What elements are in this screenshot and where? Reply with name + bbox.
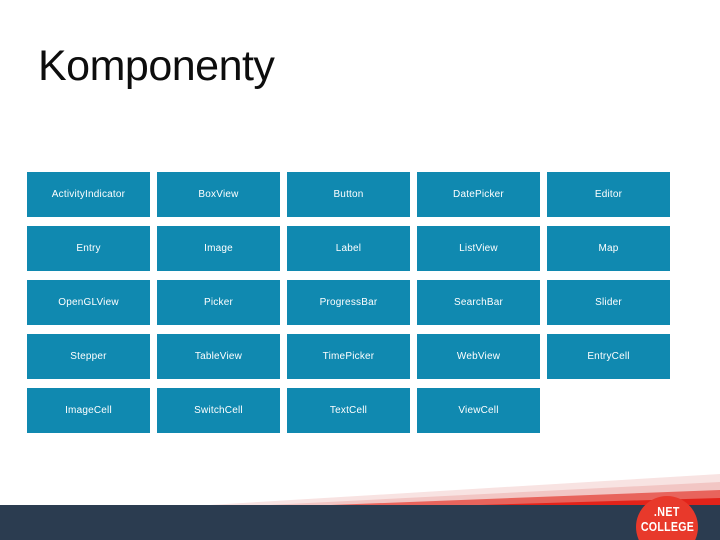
- component-chip-label: ActivityIndicator: [51, 188, 126, 200]
- component-chip-label: DatePicker: [453, 188, 504, 200]
- component-grid-empty-cell: [547, 388, 670, 433]
- component-chip-label: ProgressBar: [319, 296, 378, 308]
- page-title: Komponenty: [38, 42, 275, 90]
- component-chip-listview[interactable]: ListView: [417, 226, 540, 271]
- component-chip-viewcell[interactable]: ViewCell: [417, 388, 540, 433]
- component-chip-label: BoxView: [198, 188, 239, 200]
- component-chip-label: TextCell: [329, 404, 368, 416]
- component-chip-label: TimePicker: [322, 350, 375, 362]
- component-chip-label: Button: [333, 188, 364, 200]
- component-chip-label: Entry: [76, 242, 101, 254]
- component-chip-entry[interactable]: Entry: [27, 226, 150, 271]
- component-chip-label: Label: [335, 242, 362, 254]
- component-chip-imagecell[interactable]: ImageCell: [27, 388, 150, 433]
- component-chip-searchbar[interactable]: SearchBar: [417, 280, 540, 325]
- component-grid: ActivityIndicator BoxView Button DatePic…: [27, 172, 690, 442]
- component-chip-label: ListView: [459, 242, 498, 254]
- component-grid-row: OpenGLView Picker ProgressBar SearchBar …: [27, 280, 690, 325]
- component-chip-textcell[interactable]: TextCell: [287, 388, 410, 433]
- component-chip-button[interactable]: Button: [287, 172, 410, 217]
- component-chip-label: Picker: [204, 296, 233, 308]
- component-chip-label-control[interactable]: Label: [287, 226, 410, 271]
- footer-decoration-graphic: [0, 474, 720, 540]
- component-chip-openglview[interactable]: OpenGLView: [27, 280, 150, 325]
- component-chip-label: TableView: [194, 350, 243, 362]
- slide-footer: .NET COLLEGE: [0, 468, 720, 540]
- component-chip-slider[interactable]: Slider: [547, 280, 670, 325]
- component-chip-label: Stepper: [70, 350, 107, 362]
- brand-logo-line-2: COLLEGE: [640, 519, 694, 534]
- component-chip-label: Map: [598, 242, 619, 254]
- component-grid-row: ImageCell SwitchCell TextCell ViewCell: [27, 388, 690, 433]
- component-chip-tableview[interactable]: TableView: [157, 334, 280, 379]
- component-chip-label: ViewCell: [458, 404, 499, 416]
- component-chip-image[interactable]: Image: [157, 226, 280, 271]
- component-grid-row: Entry Image Label ListView Map: [27, 226, 690, 271]
- component-chip-stepper[interactable]: Stepper: [27, 334, 150, 379]
- component-chip-progressbar[interactable]: ProgressBar: [287, 280, 410, 325]
- component-chip-label: Editor: [594, 188, 623, 200]
- component-chip-label: Image: [204, 242, 233, 254]
- component-chip-label: SwitchCell: [194, 404, 243, 416]
- component-chip-label: Slider: [595, 296, 622, 308]
- component-chip-boxview[interactable]: BoxView: [157, 172, 280, 217]
- component-chip-label: SearchBar: [453, 296, 504, 308]
- component-chip-switchcell[interactable]: SwitchCell: [157, 388, 280, 433]
- component-chip-label: ImageCell: [65, 404, 112, 416]
- component-chip-editor[interactable]: Editor: [547, 172, 670, 217]
- slide-canvas: Komponenty ActivityIndicator BoxView But…: [0, 0, 720, 540]
- component-chip-map[interactable]: Map: [547, 226, 670, 271]
- component-chip-label: OpenGLView: [58, 296, 119, 308]
- brand-logo-line-1: .NET: [654, 504, 680, 519]
- component-chip-datepicker[interactable]: DatePicker: [417, 172, 540, 217]
- component-chip-picker[interactable]: Picker: [157, 280, 280, 325]
- component-chip-activityindicator[interactable]: ActivityIndicator: [27, 172, 150, 217]
- component-chip-timepicker[interactable]: TimePicker: [287, 334, 410, 379]
- component-grid-row: ActivityIndicator BoxView Button DatePic…: [27, 172, 690, 217]
- component-chip-entrycell[interactable]: EntryCell: [547, 334, 670, 379]
- component-chip-label: EntryCell: [587, 350, 630, 362]
- component-grid-row: Stepper TableView TimePicker WebView Ent…: [27, 334, 690, 379]
- component-chip-label: WebView: [456, 350, 501, 362]
- component-chip-webview[interactable]: WebView: [417, 334, 540, 379]
